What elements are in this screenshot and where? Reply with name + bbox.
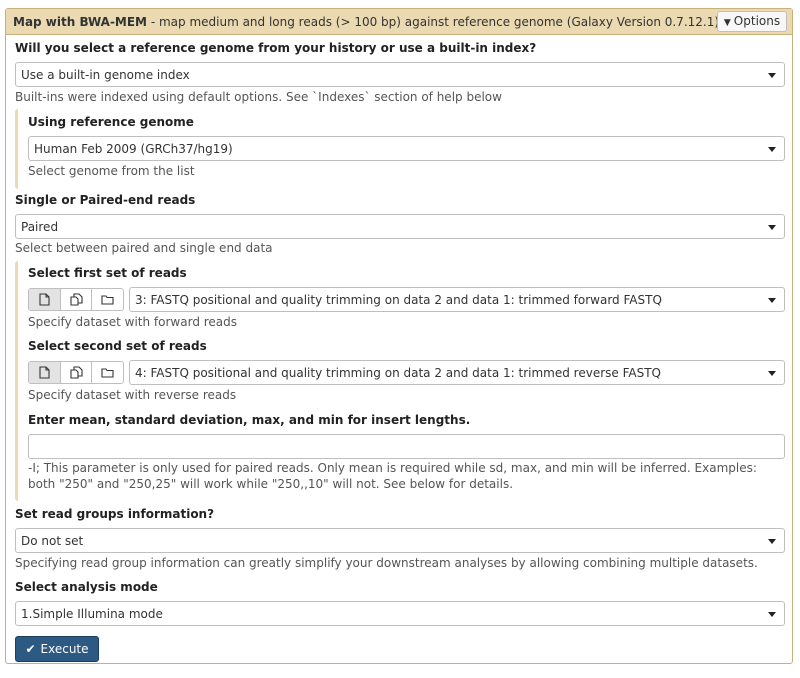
read-type-help: Select between paired and single end dat… [15,241,273,255]
read-groups-help: Specifying read group information can gr… [15,556,758,570]
reference-genome-value: Human Feb 2009 (GRCh37/hg19) [34,142,233,156]
read-groups-label: Set read groups information? [15,507,215,521]
second-reads-mode-group [28,361,124,384]
dropdown-arrow-icon [768,147,776,152]
insert-lengths-label: Enter mean, standard deviation, max, and… [28,413,471,427]
insert-lengths-help: -I; This parameter is only used for pair… [28,461,757,491]
folder-icon [101,295,114,305]
tool-form-panel: Map with BWA-MEM - map medium and long r… [5,8,793,664]
tool-form-body: Will you select a reference genome from … [6,35,792,663]
execute-label: Execute [40,642,89,656]
dropdown-arrow-icon [768,539,776,544]
second-reads-label: Select second set of reads [28,339,207,353]
dropdown-arrow-icon [768,298,776,303]
reference-genome-help: Select genome from the list [28,164,195,178]
read-groups-select[interactable]: Do not set [15,528,785,553]
file-icon [39,366,50,379]
first-reads-select[interactable]: 3: FASTQ positional and quality trimming… [129,287,785,312]
collection-button[interactable] [92,362,123,383]
reference-genome-select[interactable]: Human Feb 2009 (GRCh37/hg19) [28,136,785,161]
first-reads-label: Select first set of reads [28,266,187,280]
reference-source-select[interactable]: Use a built-in genome index [15,62,785,87]
dropdown-arrow-icon [768,371,776,376]
second-reads-help: Specify dataset with reverse reads [28,388,237,402]
read-type-value: Paired [21,220,59,234]
files-icon [69,366,83,379]
single-dataset-button[interactable] [29,362,61,383]
tool-description: - map medium and long reads (> 100 bp) a… [150,15,720,29]
insert-lengths-input[interactable] [28,434,785,459]
multiple-datasets-button[interactable] [61,362,93,383]
options-label: Options [733,14,781,28]
analysis-mode-label: Select analysis mode [15,580,158,594]
file-icon [39,293,50,306]
files-icon [69,293,83,306]
tool-header: Map with BWA-MEM - map medium and long r… [6,9,792,35]
reference-source-value: Use a built-in genome index [21,68,190,82]
execute-button[interactable]: ✔ Execute [15,636,99,662]
read-type-label: Single or Paired-end reads [15,193,196,207]
analysis-mode-select[interactable]: 1.Simple Illumina mode [15,601,785,626]
dropdown-arrow-icon [768,612,776,617]
single-dataset-button[interactable] [29,289,61,310]
multiple-datasets-button[interactable] [61,289,93,310]
first-reads-value: 3: FASTQ positional and quality trimming… [135,293,662,307]
reference-genome-label: Using reference genome [28,115,194,129]
second-reads-select[interactable]: 4: FASTQ positional and quality trimming… [129,360,785,385]
tool-title: Map with BWA-MEM - map medium and long r… [13,15,719,29]
first-reads-mode-group [28,288,124,311]
folder-icon [101,368,114,378]
check-icon: ✔ [25,642,36,656]
read-type-select[interactable]: Paired [15,214,785,239]
tool-name: Map with BWA-MEM [13,15,147,29]
reference-source-help: Built-ins were indexed using default opt… [15,90,502,104]
options-button[interactable]: ▼ Options [717,11,787,32]
dropdown-arrow-icon [768,225,776,230]
dropdown-arrow-icon [768,73,776,78]
analysis-mode-value: 1.Simple Illumina mode [21,607,163,621]
first-reads-help: Specify dataset with forward reads [28,315,238,329]
reference-source-label: Will you select a reference genome from … [15,41,537,55]
caret-down-icon: ▼ [723,18,731,28]
collection-button[interactable] [92,289,123,310]
second-reads-value: 4: FASTQ positional and quality trimming… [135,366,661,380]
read-groups-value: Do not set [21,534,84,548]
